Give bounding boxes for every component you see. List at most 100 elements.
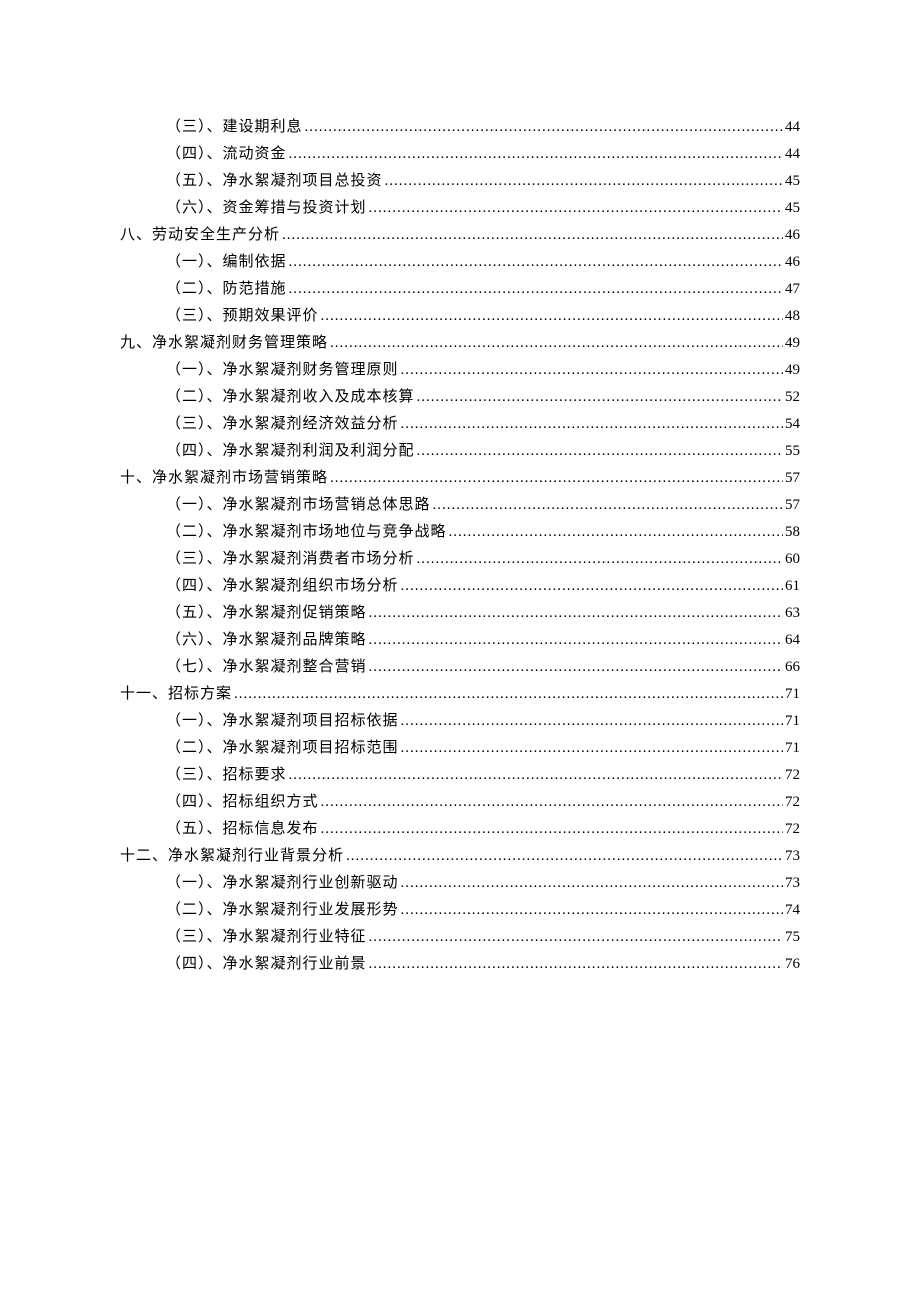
toc-entry-page: 73 [785,844,800,868]
toc-entry-label: （四）、流动资金 [166,142,287,166]
toc-entry: （三）、净水絮凝剂经济效益分析54 [120,412,800,436]
toc-entry-label: （二）、净水絮凝剂市场地位与竞争战略 [166,520,447,544]
toc-entry-page: 49 [785,358,800,382]
toc-entry: （一）、净水絮凝剂行业创新驱动 73 [120,871,800,895]
toc-entry-label: （三）、预期效果评价 [166,304,319,328]
toc-entry: （三）、招标要求 72 [120,763,800,787]
toc-entry-page: 74 [785,898,800,922]
toc-entry-label: （五）、净水絮凝剂促销策略 [166,601,367,625]
toc-entry-label: （二）、净水絮凝剂行业发展形势 [166,898,399,922]
toc-entry-page: 45 [785,196,800,220]
toc-entry: （四）、净水絮凝剂行业前景76 [120,952,800,976]
toc-entry-page: 47 [785,277,800,301]
toc-entry: （三）、净水絮凝剂消费者市场分析60 [120,547,800,571]
toc-entry-label: 八、劳动安全生产分析 [120,223,280,247]
toc-entry: （一）、净水絮凝剂市场营销总体思路57 [120,493,800,517]
toc-entry-label: （七）、净水絮凝剂整合营销 [166,655,367,679]
toc-entry-page: 71 [785,682,800,706]
toc-entry-page: 75 [785,925,800,949]
toc-leader-dots [321,790,783,814]
toc-entry-page: 52 [785,385,800,409]
toc-leader-dots [289,763,783,787]
toc-leader-dots [417,439,783,463]
toc-leader-dots [401,709,783,733]
toc-entry-label: （一）、净水絮凝剂市场营销总体思路 [166,493,431,517]
toc-entry-page: 76 [785,952,800,976]
toc-leader-dots [289,142,783,166]
toc-leader-dots [305,115,783,139]
toc-entry-label: （一）、编制依据 [166,250,287,274]
toc-leader-dots [401,574,783,598]
toc-leader-dots [385,169,783,193]
toc-entry: 十、净水絮凝剂市场营销策略 57 [120,466,800,490]
toc-leader-dots [289,250,783,274]
toc-leader-dots [289,277,783,301]
toc-entry-page: 72 [785,790,800,814]
toc-leader-dots [321,817,783,841]
toc-leader-dots [401,358,783,382]
toc-entry-page: 72 [785,817,800,841]
toc-leader-dots [321,304,783,328]
toc-entry-page: 46 [785,250,800,274]
toc-leader-dots [401,412,783,436]
toc-leader-dots [417,385,783,409]
toc-leader-dots [346,844,783,868]
toc-entry-label: （一）、净水絮凝剂项目招标依据 [166,709,399,733]
toc-leader-dots [369,628,783,652]
toc-entry: 八、劳动安全生产分析 46 [120,223,800,247]
toc-entry: （一）、编制依据 46 [120,250,800,274]
table-of-contents: （三）、建设期利息44（四）、流动资金44（五）、净水絮凝剂项目总投资45（六）… [120,115,800,976]
toc-entry-label: 十二、净水絮凝剂行业背景分析 [120,844,344,868]
toc-entry: 十二、净水絮凝剂行业背景分析 73 [120,844,800,868]
toc-entry-page: 57 [785,466,800,490]
toc-leader-dots [401,871,783,895]
toc-entry-label: 九、净水絮凝剂财务管理策略 [120,331,328,355]
toc-leader-dots [401,898,783,922]
toc-entry: （二）、净水絮凝剂项目招标范围71 [120,736,800,760]
toc-entry-label: （一）、净水絮凝剂行业创新驱动 [166,871,399,895]
toc-entry-page: 49 [785,331,800,355]
toc-entry-label: （二）、净水絮凝剂项目招标范围 [166,736,399,760]
toc-entry-page: 44 [785,142,800,166]
toc-leader-dots [369,655,783,679]
toc-leader-dots [417,547,783,571]
toc-entry-label: （三）、建设期利息 [166,115,303,139]
toc-entry: （六）、资金筹措与投资计划45 [120,196,800,220]
toc-entry: （四）、净水絮凝剂利润及利润分配55 [120,439,800,463]
toc-entry-page: 72 [785,763,800,787]
toc-leader-dots [369,925,783,949]
toc-entry-page: 58 [785,520,800,544]
toc-leader-dots [401,736,783,760]
toc-entry-label: 十一、招标方案 [120,682,232,706]
toc-entry-label: （六）、净水絮凝剂品牌策略 [166,628,367,652]
toc-entry-page: 54 [785,412,800,436]
document-page: （三）、建设期利息44（四）、流动资金44（五）、净水絮凝剂项目总投资45（六）… [0,0,920,1301]
toc-entry-label: （二）、防范措施 [166,277,287,301]
toc-entry: （七）、净水絮凝剂整合营销66 [120,655,800,679]
toc-entry-page: 60 [785,547,800,571]
toc-leader-dots [282,223,783,247]
toc-entry-label: （一）、净水絮凝剂财务管理原则 [166,358,399,382]
toc-entry: （四）、流动资金 44 [120,142,800,166]
toc-entry-label: （三）、净水絮凝剂行业特征 [166,925,367,949]
toc-entry-page: 46 [785,223,800,247]
toc-entry: （二）、防范措施 47 [120,277,800,301]
toc-entry-label: （四）、净水絮凝剂利润及利润分配 [166,439,415,463]
toc-entry-page: 73 [785,871,800,895]
toc-entry-label: 十、净水絮凝剂市场营销策略 [120,466,328,490]
toc-leader-dots [433,493,783,517]
toc-entry: （四）、招标组织方式 72 [120,790,800,814]
toc-entry-label: （五）、净水絮凝剂项目总投资 [166,169,383,193]
toc-entry-label: （三）、招标要求 [166,763,287,787]
toc-entry: 九、净水絮凝剂财务管理策略 49 [120,331,800,355]
toc-entry-label: （四）、招标组织方式 [166,790,319,814]
toc-leader-dots [369,952,783,976]
toc-entry-page: 71 [785,709,800,733]
toc-entry: （五）、净水絮凝剂促销策略63 [120,601,800,625]
toc-entry: （六）、净水絮凝剂品牌策略64 [120,628,800,652]
toc-entry: （一）、净水絮凝剂项目招标依据 71 [120,709,800,733]
toc-entry-page: 61 [785,574,800,598]
toc-leader-dots [330,331,783,355]
toc-entry-label: （五）、招标信息发布 [166,817,319,841]
toc-entry: （二）、净水絮凝剂收入及成本核算52 [120,385,800,409]
